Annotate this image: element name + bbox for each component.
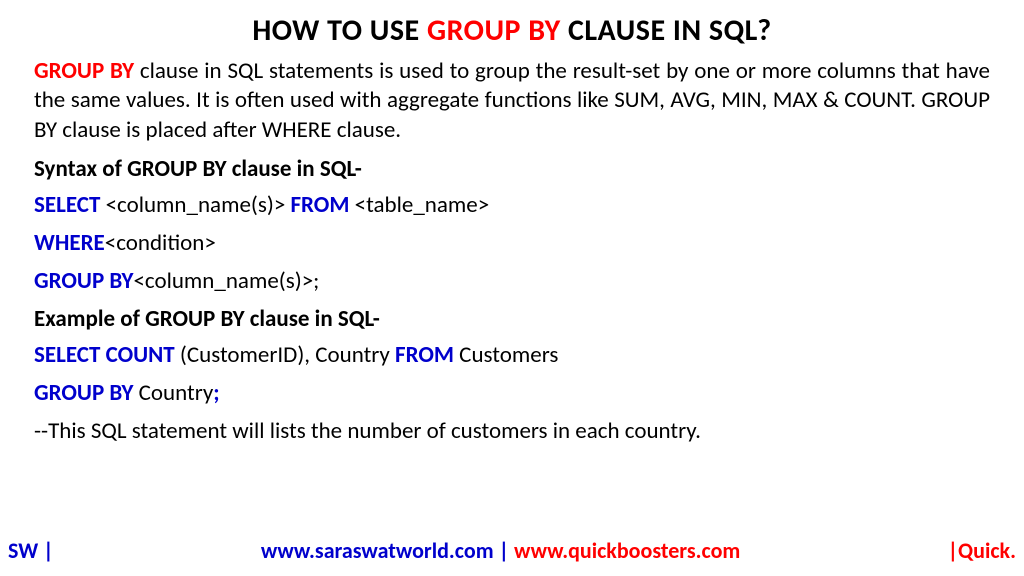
semicolon: ; bbox=[213, 379, 219, 407]
title-post: CLAUSE IN SQL? bbox=[561, 12, 772, 49]
title-highlight: GROUP BY bbox=[427, 12, 561, 49]
intro-lead: GROUP BY bbox=[34, 57, 134, 85]
keyword-groupby: GROUP BY bbox=[34, 267, 133, 295]
keyword-from-2: FROM bbox=[395, 341, 454, 369]
footer-right: |Quick. bbox=[948, 537, 1016, 564]
syntax-l1-t2: <table_name> bbox=[349, 191, 489, 219]
syntax-l3-t1: <column_name(s)>; bbox=[133, 267, 319, 295]
example-line-2: GROUP BY Country; bbox=[34, 379, 990, 407]
footer-site2: www.quickboosters.com bbox=[514, 537, 740, 564]
syntax-line-1: SELECT <column_name(s)> FROM <table_name… bbox=[34, 191, 990, 219]
syntax-l1-t1: <column_name(s)> bbox=[100, 191, 290, 219]
footer-sep: | bbox=[494, 537, 514, 564]
example-l1-t2: Customers bbox=[454, 341, 558, 369]
example-l1-t1: (CustomerID), Country bbox=[175, 341, 395, 369]
example-line-1: SELECT COUNT (CustomerID), Country FROM … bbox=[34, 341, 990, 369]
keyword-select: SELECT bbox=[34, 191, 100, 219]
example-l2-t1: Country bbox=[133, 379, 213, 407]
keyword-select-count: SELECT COUNT bbox=[34, 341, 175, 369]
syntax-l2-t1: <condition> bbox=[105, 229, 216, 257]
keyword-from: FROM bbox=[290, 191, 349, 219]
keyword-groupby-2: GROUP BY bbox=[34, 379, 133, 407]
footer: SW | www.saraswatworld.com | www.quickbo… bbox=[0, 537, 1024, 564]
footer-center: www.saraswatworld.com | www.quickbooster… bbox=[54, 537, 948, 564]
example-comment: --This SQL statement will lists the numb… bbox=[34, 417, 990, 445]
footer-left: SW | bbox=[8, 537, 54, 564]
intro-rest: clause in SQL statements is used to grou… bbox=[34, 57, 990, 144]
syntax-line-2: WHERE<condition> bbox=[34, 229, 990, 257]
title-pre: HOW TO USE bbox=[252, 12, 427, 49]
keyword-where: WHERE bbox=[34, 229, 105, 257]
intro-paragraph: GROUP BY clause in SQL statements is use… bbox=[34, 57, 990, 145]
footer-site1: www.saraswatworld.com bbox=[261, 537, 494, 564]
example-heading: Example of GROUP BY clause in SQL- bbox=[34, 305, 990, 333]
page-title: HOW TO USE GROUP BY CLAUSE IN SQL? bbox=[34, 12, 990, 49]
syntax-line-3: GROUP BY<column_name(s)>; bbox=[34, 267, 990, 295]
syntax-heading: Syntax of GROUP BY clause in SQL- bbox=[34, 155, 990, 183]
